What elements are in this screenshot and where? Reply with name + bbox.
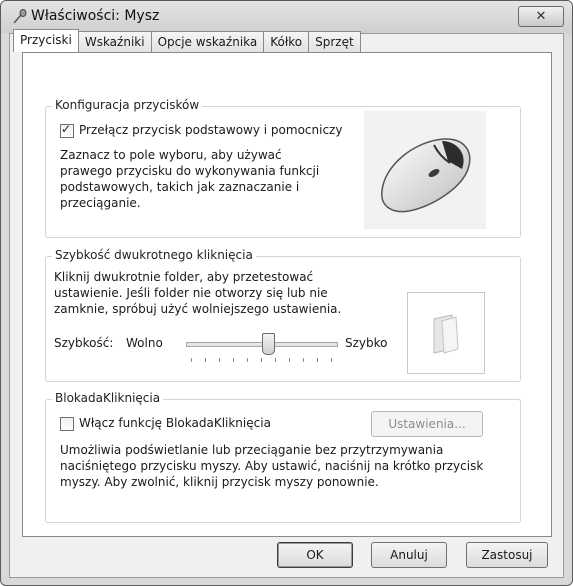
click-lock-checkbox[interactable]: Włącz funkcję BlokadaKliknięcia xyxy=(60,416,271,431)
tab-hardware[interactable]: Sprzęt xyxy=(308,31,361,52)
double-click-speed-slider[interactable] xyxy=(186,333,338,365)
switch-buttons-checkbox[interactable]: ✓ Przełącz przycisk podstawowy i pomocnic… xyxy=(60,121,343,138)
slider-tick xyxy=(219,358,220,362)
cancel-button[interactable]: Anuluj xyxy=(371,542,447,568)
slider-thumb[interactable] xyxy=(262,333,275,355)
double-click-title: Szybkość dwukrotnego kliknięcia xyxy=(52,248,256,262)
button-config-group: Konfiguracja przycisków ✓ Przełącz przyci… xyxy=(45,98,521,238)
close-icon: ✕ xyxy=(535,9,547,24)
ok-button[interactable]: OK xyxy=(277,542,353,568)
close-button[interactable]: ✕ xyxy=(518,6,564,27)
slider-tick xyxy=(275,358,276,362)
mouse-illustration-icon xyxy=(364,111,486,229)
tab-pointers[interactable]: Wskaźniki xyxy=(77,31,152,52)
test-folder-area[interactable] xyxy=(407,292,485,374)
tab-bar: Przyciski Wskaźniki Opcje wskaźnika Kółk… xyxy=(13,29,361,52)
switch-buttons-label: Przełącz przycisk podstawowy i pomocnicz… xyxy=(79,123,343,137)
speed-label: Szybkość: xyxy=(54,336,114,350)
switch-buttons-check-box[interactable]: ✓ xyxy=(60,121,74,138)
fast-label: Szybko xyxy=(345,336,388,350)
slider-ticks xyxy=(186,358,336,363)
mouse-properties-window: Właściwości: Mysz ✕ Przyciski Wskaźniki … xyxy=(0,0,573,586)
button-config-title: Konfiguracja przycisków xyxy=(52,98,203,112)
slider-tick xyxy=(247,358,248,362)
click-lock-check-box[interactable] xyxy=(60,416,74,431)
slider-tick xyxy=(261,358,262,362)
click-lock-title: BlokadaKliknięcia xyxy=(52,391,164,405)
click-lock-description: Umożliwia podświetlanie lub przeciąganie… xyxy=(60,443,484,489)
slider-tick xyxy=(289,358,290,362)
tab-buttons[interactable]: Przyciski xyxy=(13,29,79,52)
double-click-description: Kliknij dwukrotnie folder, aby przetesto… xyxy=(54,270,342,316)
tab-panel-buttons: Konfiguracja przycisków ✓ Przełącz przyci… xyxy=(22,52,552,537)
click-lock-group: BlokadaKliknięcia Włącz funkcję BlokadaK… xyxy=(45,391,521,523)
slider-tick xyxy=(191,358,192,362)
mouse-icon xyxy=(13,9,27,24)
click-lock-settings-button[interactable]: Ustawienia... xyxy=(371,411,483,437)
slider-tick xyxy=(205,358,206,362)
slider-tick xyxy=(303,358,304,362)
tab-pointer-options[interactable]: Opcje wskaźnika xyxy=(150,31,265,52)
window-title: Właściwości: Mysz xyxy=(31,8,160,24)
slider-tick xyxy=(331,358,332,362)
folder-icon xyxy=(433,314,459,354)
slow-label: Wolno xyxy=(126,336,163,350)
apply-button[interactable]: Zastosuj xyxy=(466,542,548,568)
slider-tick xyxy=(317,358,318,362)
slider-tick xyxy=(233,358,234,362)
button-config-description: Zaznacz to pole wyboru, aby używać prawe… xyxy=(60,148,320,210)
checkmark-icon: ✓ xyxy=(61,121,72,136)
double-click-group: Szybkość dwukrotnego kliknięcia Kliknij … xyxy=(45,248,521,382)
click-lock-label: Włącz funkcję BlokadaKliknięcia xyxy=(79,416,271,430)
tab-wheel[interactable]: Kółko xyxy=(263,31,310,52)
